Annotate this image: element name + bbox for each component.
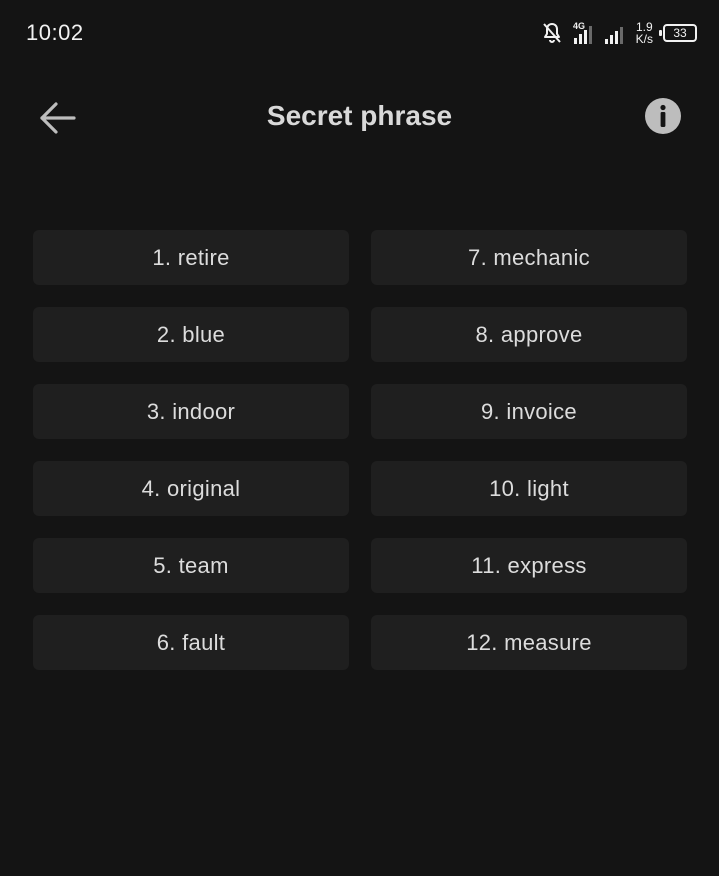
secret-phrase-grid: 1. retire 2. blue 3. indoor 4. original …: [33, 230, 687, 670]
phrase-word-1: 1. retire: [33, 230, 349, 285]
status-bar: 10:02 4G 1.9 K/s 33: [0, 0, 719, 66]
net-speed-unit: K/s: [635, 32, 653, 46]
phrase-word-6: 6. fault: [33, 615, 349, 670]
phrase-word-7: 7. mechanic: [371, 230, 687, 285]
phrase-word-4: 4. original: [33, 461, 349, 516]
phrase-word-3: 3. indoor: [33, 384, 349, 439]
phrase-word-5: 5. team: [33, 538, 349, 593]
page-title: Secret phrase: [266, 100, 453, 131]
status-icons: 4G 1.9 K/s 33: [540, 18, 697, 48]
battery-level: 33: [673, 26, 687, 40]
app-header: Secret phrase: [0, 86, 719, 146]
network-label: 4G: [573, 21, 585, 31]
info-icon: [643, 96, 683, 136]
phrase-word-12: 12. measure: [371, 615, 687, 670]
battery-icon: 33: [659, 24, 697, 42]
info-button[interactable]: [643, 96, 683, 136]
net-speed: 1.9 K/s: [636, 21, 653, 45]
phrase-word-10: 10. light: [371, 461, 687, 516]
status-time: 10:02: [26, 20, 84, 45]
phrase-word-9: 9. invoice: [371, 384, 687, 439]
phrase-word-2: 2. blue: [33, 307, 349, 362]
phrase-word-8: 8. approve: [371, 307, 687, 362]
signal-bars-icon: [604, 21, 628, 45]
phrase-word-11: 11. express: [371, 538, 687, 593]
bell-off-icon: [540, 21, 564, 45]
signal-4g-icon: 4G: [572, 20, 596, 46]
